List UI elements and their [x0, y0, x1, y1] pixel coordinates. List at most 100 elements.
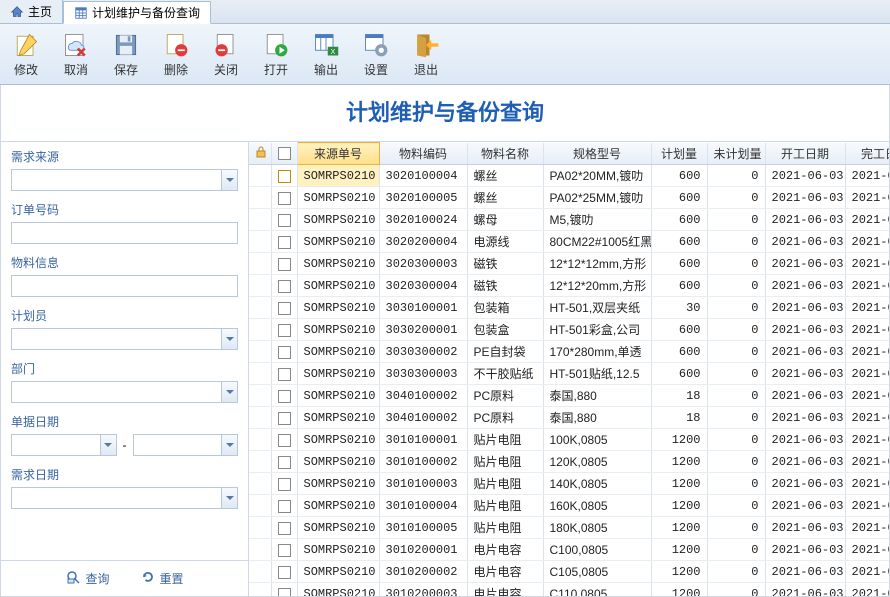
filter-reqdate-from[interactable] [11, 487, 238, 509]
tab-current[interactable]: 计划维护与备份查询 [63, 1, 211, 24]
table-row[interactable]: SOMRPS02103030300002PE自封袋170*280mm,单透600… [249, 341, 889, 363]
table-row[interactable]: SOMRPS02103020100005螺丝PA02*25MM,镀叻600020… [249, 187, 889, 209]
col-start[interactable]: 开工日期 [765, 143, 845, 165]
row-checkbox[interactable] [278, 346, 291, 359]
cell-code: 3030200001 [379, 319, 467, 341]
table-row[interactable]: SOMRPS02103010100005贴片电阻180K,08051200020… [249, 517, 889, 539]
row-checkbox[interactable] [278, 258, 291, 271]
save-button[interactable]: 保存 [102, 28, 150, 80]
chevron-down-icon[interactable] [221, 382, 237, 402]
cell-start: 2021-06-03 [765, 407, 845, 429]
cell-unplan: 0 [707, 231, 765, 253]
cell-source: SOMRPS0210 [297, 583, 379, 597]
filter-source-input[interactable] [11, 169, 238, 191]
close-icon [212, 31, 240, 59]
delete-button[interactable]: 删除 [152, 28, 200, 80]
row-checkbox[interactable] [278, 566, 291, 579]
table-row[interactable]: SOMRPS02103010100004贴片电阻160K,08051200020… [249, 495, 889, 517]
export-button[interactable]: X输出 [302, 28, 350, 80]
table-row[interactable]: SOMRPS02103040100002PC原料泰国,8801802021-06… [249, 407, 889, 429]
open-button[interactable]: 打开 [252, 28, 300, 80]
row-checkbox[interactable] [278, 368, 291, 381]
table-row[interactable]: SOMRPS02103020100024螺母M5,镀叻60002021-06-0… [249, 209, 889, 231]
row-checkbox[interactable] [278, 302, 291, 315]
col-plan[interactable]: 计划量 [651, 143, 707, 165]
row-checkbox[interactable] [278, 324, 291, 337]
page-title: 计划维护与备份查询 [0, 85, 890, 142]
col-spec[interactable]: 规格型号 [543, 143, 651, 165]
table-row[interactable]: SOMRPS02103010200002电片电容C105,08051200020… [249, 561, 889, 583]
cell-spec: 140K,0805 [543, 473, 651, 495]
row-checkbox[interactable] [278, 478, 291, 491]
table-row[interactable]: SOMRPS02103010100001贴片电阻100K,08051200020… [249, 429, 889, 451]
cell-code: 3010100005 [379, 517, 467, 539]
filter-planner-input[interactable] [11, 328, 238, 350]
cell-unplan: 0 [707, 561, 765, 583]
edit-button[interactable]: 修改 [2, 28, 50, 80]
cell-end: 2021-06-06 [845, 517, 889, 539]
col-name[interactable]: 物料名称 [467, 143, 543, 165]
table-row[interactable]: SOMRPS02103020300004磁铁12*12*20mm,方形60002… [249, 275, 889, 297]
reset-button[interactable]: 重置 [140, 569, 184, 588]
cell-end: 2021-06-06 [845, 583, 889, 597]
cell-plan: 600 [651, 165, 707, 187]
cell-plan: 600 [651, 341, 707, 363]
tab-home[interactable]: 主页 [0, 0, 63, 23]
cancel-button[interactable]: 取消 [52, 28, 100, 80]
cell-start: 2021-06-03 [765, 209, 845, 231]
row-checkbox[interactable] [278, 500, 291, 513]
row-checkbox[interactable] [278, 434, 291, 447]
table-row[interactable]: SOMRPS02103040100002PC原料泰国,8801802021-06… [249, 385, 889, 407]
header-checkbox[interactable] [278, 147, 291, 160]
row-checkbox[interactable] [278, 170, 291, 183]
chevron-down-icon[interactable] [221, 170, 237, 190]
filter-material-input[interactable] [11, 275, 238, 297]
table-row[interactable]: SOMRPS02103010200001电片电容C100,08051200020… [249, 539, 889, 561]
cell-unplan: 0 [707, 495, 765, 517]
table-row[interactable]: SOMRPS02103020200004电源线80CM22#1005红黑6000… [249, 231, 889, 253]
chevron-down-icon[interactable] [221, 329, 237, 349]
table-row[interactable]: SOMRPS02103030100001包装箱HT-501,双层夹纸300202… [249, 297, 889, 319]
col-unplan[interactable]: 未计划量 [707, 143, 765, 165]
table-row[interactable]: SOMRPS02103010100003贴片电阻140K,08051200020… [249, 473, 889, 495]
col-lock[interactable] [249, 143, 271, 165]
dash: - [123, 438, 127, 452]
row-checkbox[interactable] [278, 192, 291, 205]
row-checkbox[interactable] [278, 522, 291, 535]
col-code[interactable]: 物料编码 [379, 143, 467, 165]
row-checkbox[interactable] [278, 214, 291, 227]
data-grid[interactable]: 来源单号 物料编码 物料名称 规格型号 计划量 未计划量 开工日期 完工日期 S… [249, 142, 889, 596]
table-row[interactable]: SOMRPS02103010200003电片电容C110,08051200020… [249, 583, 889, 597]
cell-spec: 12*12*20mm,方形 [543, 275, 651, 297]
row-checkbox[interactable] [278, 390, 291, 403]
row-checkbox[interactable] [278, 544, 291, 557]
close-button[interactable]: 关闭 [202, 28, 250, 80]
cell-unplan: 0 [707, 341, 765, 363]
filter-dept-input[interactable] [11, 381, 238, 403]
cell-end: 2021-06-06 [845, 363, 889, 385]
cell-plan: 600 [651, 231, 707, 253]
table-row[interactable]: SOMRPS02103030200001包装盒HT-501彩盒,公司600020… [249, 319, 889, 341]
settings-button[interactable]: 设置 [352, 28, 400, 80]
table-row[interactable]: SOMRPS02103030300003不干胶贴纸HT-501贴纸,12.560… [249, 363, 889, 385]
filter-orderno-input[interactable] [11, 222, 238, 244]
col-checkbox[interactable] [271, 143, 297, 165]
row-checkbox[interactable] [278, 280, 291, 293]
cell-name: 贴片电阻 [467, 495, 543, 517]
row-checkbox[interactable] [278, 456, 291, 469]
cell-end: 2021-06-06 [845, 385, 889, 407]
cell-spec: C100,0805 [543, 539, 651, 561]
table-row[interactable]: SOMRPS02103010100002贴片电阻120K,08051200020… [249, 451, 889, 473]
chevron-down-icon[interactable] [221, 488, 237, 508]
col-source[interactable]: 来源单号 [297, 143, 379, 165]
chevron-down-icon[interactable] [221, 435, 237, 455]
exit-button[interactable]: 退出 [402, 28, 450, 80]
col-end[interactable]: 完工日期 [845, 143, 889, 165]
query-button[interactable]: 查询 [65, 569, 109, 588]
table-row[interactable]: SOMRPS02103020100004螺丝PA02*20MM,镀叻600020… [249, 165, 889, 187]
row-checkbox[interactable] [278, 236, 291, 249]
chevron-down-icon[interactable] [100, 435, 116, 455]
table-row[interactable]: SOMRPS02103020300003磁铁12*12*12mm,方形60002… [249, 253, 889, 275]
filter-planner-label: 计划员 [11, 307, 238, 324]
row-checkbox[interactable] [278, 412, 291, 425]
